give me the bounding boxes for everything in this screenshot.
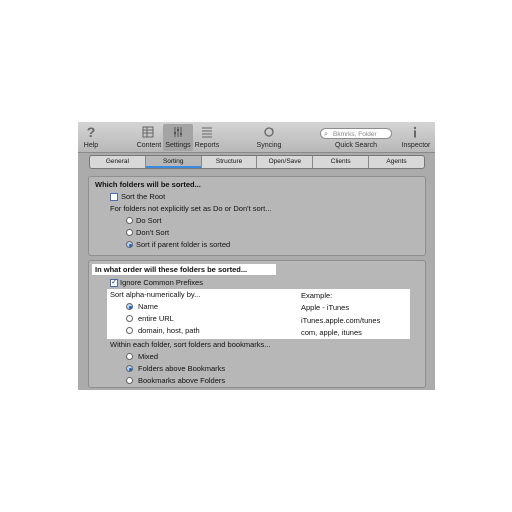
- radio-folders-above[interactable]: [126, 365, 133, 372]
- reports-icon[interactable]: [200, 125, 214, 139]
- section1-title: Which folders will be sorted...: [95, 180, 201, 189]
- sort-root-checkbox[interactable]: [110, 193, 118, 201]
- within-label: Within each folder, sort folders and boo…: [110, 340, 271, 349]
- radio-do-sort-label: Do Sort: [136, 216, 162, 225]
- search-input[interactable]: ⌕ Bkmrks, Folder: [320, 128, 392, 139]
- radio-sort-entire-url[interactable]: [126, 315, 133, 322]
- radio-sort-name[interactable]: [126, 303, 133, 310]
- quick-search-label: Quick Search: [334, 142, 378, 149]
- radio-mixed[interactable]: [126, 353, 133, 360]
- radio-sort-domain-label: domain, host, path: [138, 326, 200, 335]
- example-name: Apple - iTunes: [301, 303, 350, 312]
- radio-bookmarks-above-label: Bookmarks above Folders: [138, 376, 226, 385]
- tab-open-save[interactable]: Open/Save: [257, 156, 314, 168]
- help-button[interactable]: Help: [81, 142, 101, 149]
- radio-bookmarks-above[interactable]: [126, 377, 133, 384]
- example-domain: com, apple, itunes: [301, 328, 362, 337]
- inspector-button[interactable]: Inspector: [400, 142, 432, 149]
- syncing-icon[interactable]: [262, 125, 276, 139]
- content-button[interactable]: Content: [135, 142, 163, 149]
- tab-clients[interactable]: Clients: [313, 156, 370, 168]
- radio-sort-if-parent-label: Sort if parent folder is sorted: [136, 240, 231, 249]
- tab-general[interactable]: General: [90, 156, 146, 168]
- radio-dont-sort[interactable]: [126, 229, 133, 236]
- example-label: Example:: [301, 291, 333, 300]
- toolbar: ? Help Content Settings Reports Syncing …: [78, 122, 435, 153]
- radio-do-sort[interactable]: [126, 217, 133, 224]
- tab-structure[interactable]: Structure: [202, 156, 258, 168]
- radio-sort-name-label: Name: [138, 302, 159, 311]
- radio-mixed-label: Mixed: [138, 352, 159, 361]
- settings-button[interactable]: Settings: [164, 142, 192, 149]
- section1-explain: For folders not explicitly set as Do or …: [110, 204, 272, 213]
- ignore-prefixes-checkbox[interactable]: ✓: [110, 279, 118, 287]
- ignore-prefixes-label: Ignore Common Prefixes: [120, 278, 203, 287]
- search-icon: ⌕: [324, 131, 328, 138]
- tab-agents[interactable]: Agents: [369, 156, 424, 168]
- radio-sort-domain[interactable]: [126, 327, 133, 334]
- radio-dont-sort-label: Don't Sort: [136, 228, 170, 237]
- radio-sort-entire-url-label: entire URL: [138, 314, 174, 323]
- tab-sorting[interactable]: Sorting: [145, 156, 202, 168]
- search-placeholder: Bkmrks, Folder: [333, 131, 377, 138]
- radio-folders-above-label: Folders above Bookmarks: [138, 364, 226, 373]
- section2-title: In what order will these folders be sort…: [95, 265, 248, 274]
- example-entire-url: iTunes.apple.com/tunes: [301, 316, 381, 325]
- inspector-icon[interactable]: [408, 125, 422, 139]
- sort-root-label: Sort the Root: [121, 192, 166, 201]
- preferences-window: ? Help Content Settings Reports Syncing …: [78, 122, 435, 390]
- tab-bar: General Sorting Structure Open/Save Clie…: [89, 155, 425, 169]
- settings-icon[interactable]: [171, 125, 185, 139]
- sort-by-label: Sort alpha-numerically by...: [110, 290, 201, 299]
- reports-button[interactable]: Reports: [193, 142, 221, 149]
- radio-sort-if-parent[interactable]: [126, 241, 133, 248]
- syncing-button[interactable]: Syncing: [254, 142, 284, 149]
- help-icon[interactable]: ?: [84, 124, 98, 140]
- content-icon[interactable]: [141, 125, 155, 139]
